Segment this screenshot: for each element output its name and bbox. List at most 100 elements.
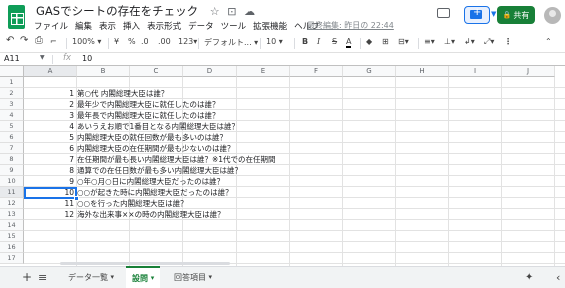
more-formats-select[interactable]: 123▾ [178, 37, 197, 46]
cell-number[interactable]: 2 [24, 99, 75, 110]
decrease-decimal-button[interactable]: .0 [141, 37, 149, 46]
last-edit-link[interactable]: 最終編集: 昨日の 22:44 [307, 20, 394, 31]
cell-question[interactable]: 通算での在任日数が最も多い内閣総理大臣は誰？ [77, 165, 242, 176]
cell-question[interactable]: 第○代 内閣総理大臣は誰？ [77, 88, 168, 99]
column-header-h[interactable]: H [396, 66, 449, 77]
column-header-a[interactable]: A [24, 66, 77, 77]
column-header-b[interactable]: B [77, 66, 130, 77]
chevron-down-icon[interactable]: ▾ [151, 274, 155, 282]
menu-item[interactable]: 表示 [99, 20, 116, 32]
font-size-select[interactable]: 10 ▾ [266, 37, 283, 46]
borders-icon[interactable]: ⊞ [382, 37, 389, 46]
cell-number[interactable]: 7 [24, 154, 75, 165]
column-header-e[interactable]: E [237, 66, 290, 77]
collapse-menu-icon[interactable]: ⌃ [545, 37, 552, 46]
row-header-17[interactable]: 17 [0, 253, 24, 264]
tab-questions[interactable]: 設問 ▾ [126, 266, 161, 288]
cell-question[interactable]: あいうえお順で1番目となる内閣総理大臣は誰？ [77, 121, 239, 132]
menu-item[interactable]: 表示形式 [147, 20, 181, 32]
cell-number[interactable]: 9 [24, 176, 75, 187]
cell-question[interactable]: 内閣総理大臣の在任期間が最も少ないのは誰？ [77, 143, 235, 154]
cell-number[interactable]: 8 [24, 165, 75, 176]
cell-number[interactable]: 4 [24, 121, 75, 132]
print-icon[interactable]: ⎙ [35, 35, 43, 46]
strikethrough-button[interactable]: S [332, 37, 337, 46]
side-panel-arrow-icon[interactable]: ‹ [550, 266, 565, 288]
italic-button[interactable]: I [317, 37, 320, 46]
column-header-i[interactable]: I [449, 66, 502, 77]
cell-number[interactable]: 6 [24, 143, 75, 154]
menu-item[interactable]: 編集 [75, 20, 92, 32]
select-all-corner[interactable] [0, 66, 24, 77]
row-header-2[interactable]: 2 [0, 88, 24, 99]
cell-question[interactable]: 最年長で内閣総理大臣に就任したのは誰？ [77, 110, 220, 121]
column-header-j[interactable]: J [502, 66, 555, 77]
row-header-3[interactable]: 3 [0, 99, 24, 110]
menu-item[interactable]: 拡張機能 [253, 20, 287, 32]
name-box[interactable]: A11 [4, 54, 20, 63]
row-header-15[interactable]: 15 [0, 231, 24, 242]
column-header-d[interactable]: D [183, 66, 237, 77]
cell-question[interactable]: ○○が起きた時に内閣総理大臣だったのは誰？ [77, 187, 233, 198]
currency-format-button[interactable]: ¥ [114, 37, 119, 46]
percent-format-button[interactable]: % [128, 37, 136, 46]
zoom-select[interactable]: 100% ▾ [72, 37, 101, 46]
cell-number[interactable]: 1 [24, 88, 75, 99]
horizontal-align-icon[interactable]: ≡▾ [424, 37, 435, 46]
comment-history-icon[interactable] [437, 8, 450, 18]
menu-item[interactable]: ツール [221, 20, 247, 32]
chevron-down-icon[interactable]: ▾ [209, 273, 213, 281]
horizontal-scrollbar[interactable] [60, 262, 230, 265]
redo-icon[interactable]: ↷ [20, 35, 28, 46]
row-header-13[interactable]: 13 [0, 209, 24, 220]
chevron-down-icon[interactable]: ▼ [491, 10, 496, 18]
row-header-9[interactable]: 9 [0, 165, 24, 176]
cell-question[interactable]: ○年○月○日に内閣総理大臣だったのは誰？ [77, 176, 224, 187]
row-header-4[interactable]: 4 [0, 110, 24, 121]
star-icon[interactable]: ☆ [210, 5, 220, 18]
row-header-8[interactable]: 8 [0, 154, 24, 165]
avatar[interactable] [544, 7, 561, 24]
menu-item[interactable]: データ [188, 20, 214, 32]
cell-question[interactable]: 最年少で内閣総理大臣に就任したのは誰？ [77, 99, 220, 110]
spreadsheet-grid[interactable]: ABCDEFGHIJ 1 2 3 4 5 6 7 8 9 10 11 12 13 14 15 16 17 1 第○… [0, 66, 565, 266]
more-options-icon[interactable]: ⋮ [504, 37, 512, 46]
cell-number[interactable]: 11 [24, 198, 75, 209]
row-header-16[interactable]: 16 [0, 242, 24, 253]
row-header-12[interactable]: 12 [0, 198, 24, 209]
move-folder-icon[interactable]: ⊡ [227, 5, 236, 18]
fill-color-icon[interactable]: ◆ [366, 37, 372, 46]
cell-question[interactable]: 内閣総理大臣の就任回数が最も多いのは誰？ [77, 132, 227, 143]
cell-number[interactable]: 3 [24, 110, 75, 121]
text-wrap-icon[interactable]: ↲▾ [464, 37, 475, 46]
paint-format-icon[interactable]: ⌐ [50, 37, 57, 46]
tab-answer-items[interactable]: 回答項目 ▾ [168, 266, 218, 288]
column-header-c[interactable]: C [130, 66, 183, 77]
row-header-10[interactable]: 10 [0, 176, 24, 187]
cell-question[interactable]: ○○を行った内閣総理大臣は誰？ [77, 198, 188, 209]
bold-button[interactable]: B [302, 37, 308, 46]
row-header-1[interactable]: 1 [0, 77, 24, 88]
share-button[interactable]: 🔒 共有 [497, 6, 535, 24]
row-header-6[interactable]: 6 [0, 132, 24, 143]
selected-cell-a11[interactable] [24, 187, 79, 201]
menu-item[interactable]: ファイル [34, 20, 68, 32]
tab-data-list[interactable]: データ一覧 ▾ [62, 266, 120, 288]
all-sheets-button[interactable]: ≡ [32, 266, 53, 288]
increase-decimal-button[interactable]: .00 [158, 37, 171, 46]
fill-handle[interactable] [74, 196, 79, 201]
chevron-down-icon[interactable]: ▾ [111, 273, 115, 281]
cell-question[interactable]: 海外な出来事××の時の内閣総理大臣は誰？ [77, 209, 225, 220]
row-header-11[interactable]: 11 [0, 187, 24, 198]
sheets-logo-icon[interactable] [8, 5, 25, 29]
document-title[interactable]: GASでシートの存在をチェック ☆ ⊡ ☁ [36, 3, 255, 19]
row-header-14[interactable]: 14 [0, 220, 24, 231]
cell-number[interactable]: 5 [24, 132, 75, 143]
merge-cells-icon[interactable]: ⊟▾ [398, 37, 409, 46]
column-header-f[interactable]: F [290, 66, 343, 77]
present-meet-button[interactable] [464, 6, 490, 24]
font-family-select[interactable]: デフォルト... ▾ [204, 37, 258, 48]
row-header-5[interactable]: 5 [0, 121, 24, 132]
column-header-g[interactable]: G [343, 66, 396, 77]
row-header-7[interactable]: 7 [0, 143, 24, 154]
